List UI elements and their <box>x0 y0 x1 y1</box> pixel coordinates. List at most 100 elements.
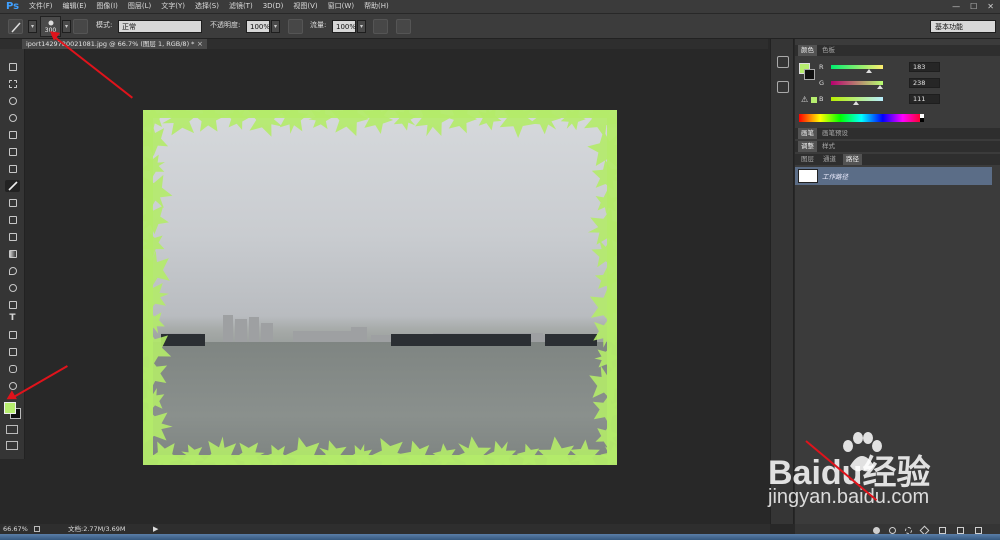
pressure-opacity-icon[interactable] <box>288 19 303 34</box>
menu-select[interactable]: 选择(S) <box>190 0 224 13</box>
options-bar: ▾ ▾ 模式: 正常 不透明度: 100% ▾ 流量: 100% ▾ <box>0 14 1000 39</box>
photoshop-logo: Ps <box>6 1 20 12</box>
menu-3d[interactable]: 3D(D) <box>258 0 289 13</box>
menu-window[interactable]: 窗口(W) <box>323 0 359 13</box>
history-brush-tool[interactable] <box>5 214 20 226</box>
workspace-select[interactable]: 基本功能 <box>930 20 996 33</box>
load-selection-icon[interactable] <box>905 527 912 534</box>
add-mask-icon[interactable] <box>939 527 946 534</box>
clone-stamp-tool[interactable] <box>5 197 20 209</box>
brush-picker-dropdown[interactable]: ▾ <box>62 20 71 33</box>
quick-selection-tool[interactable] <box>5 112 20 124</box>
pen-tool[interactable] <box>5 299 20 311</box>
leaf-shape <box>143 123 169 157</box>
color-panel-bg-swatch[interactable] <box>804 69 815 80</box>
crop-tool[interactable] <box>5 129 20 141</box>
red-slider[interactable] <box>831 65 883 69</box>
opacity-dropdown[interactable]: ▾ <box>271 20 280 33</box>
menu-image[interactable]: 图像(I) <box>91 0 123 13</box>
menu-help[interactable]: 帮助(H) <box>359 0 394 13</box>
menu-filter[interactable]: 滤镜(T) <box>224 0 258 13</box>
zoom-tool[interactable] <box>5 380 20 392</box>
blur-tool[interactable] <box>5 265 20 277</box>
fill-path-icon[interactable] <box>873 527 880 534</box>
marquee-tool[interactable] <box>5 78 20 90</box>
document-canvas[interactable] <box>143 110 617 465</box>
close-tab-icon[interactable]: × <box>197 39 203 49</box>
properties-panel-icon[interactable] <box>777 81 789 93</box>
leaf-shape <box>143 165 180 219</box>
gradient-tool[interactable] <box>5 248 20 260</box>
tab-adjustments[interactable]: 调整 <box>798 141 817 152</box>
mode-select[interactable]: 正常 <box>118 20 202 33</box>
red-label: R <box>819 63 824 71</box>
foreground-color-swatch[interactable] <box>4 402 16 414</box>
move-tool[interactable] <box>5 61 20 73</box>
hand-tool[interactable] <box>5 363 20 375</box>
blue-value-input[interactable]: 111 <box>909 94 940 104</box>
warning-icon: ⚠ <box>801 95 809 104</box>
tool-preset-dropdown[interactable]: ▾ <box>28 20 37 33</box>
tab-layers[interactable]: 图层 <box>798 154 817 165</box>
pressure-size-icon[interactable] <box>396 19 411 34</box>
minimize-icon[interactable]: — <box>952 2 960 11</box>
blue-slider-thumb[interactable] <box>853 101 859 105</box>
new-path-icon[interactable] <box>957 527 964 534</box>
menu-view[interactable]: 视图(V) <box>288 0 322 13</box>
eyedropper-tool[interactable] <box>5 146 20 158</box>
history-panel-icon[interactable] <box>777 56 789 68</box>
shape-tool[interactable] <box>5 346 20 358</box>
type-tool[interactable]: T <box>5 312 20 324</box>
status-icon[interactable] <box>34 526 40 532</box>
brush-tool[interactable] <box>5 180 20 192</box>
menu-layer[interactable]: 图层(L) <box>123 0 156 13</box>
close-icon[interactable]: ✕ <box>987 2 994 11</box>
path-selection-tool[interactable] <box>5 329 20 341</box>
blue-slider-row: B 111 <box>819 94 979 105</box>
zoom-level[interactable]: 66.67% <box>3 524 28 534</box>
tab-swatches[interactable]: 色板 <box>819 45 838 56</box>
maximize-icon[interactable]: ☐ <box>970 2 977 11</box>
leaf-shape <box>157 110 205 141</box>
leaf-shape <box>324 110 374 143</box>
path-list-item[interactable]: 工作路径 <box>795 167 992 185</box>
leaf-shape <box>187 110 231 140</box>
red-value-input[interactable]: 183 <box>909 62 940 72</box>
black-white-swatch[interactable] <box>920 114 924 122</box>
screen-mode-icon[interactable] <box>6 441 18 450</box>
baidu-watermark: Baidu经验 jingyan.baidu.com <box>768 432 1000 522</box>
tab-paths[interactable]: 路径 <box>843 154 862 165</box>
brush-tool-preset-icon[interactable] <box>8 19 23 34</box>
lasso-tool[interactable] <box>5 95 20 107</box>
tab-color[interactable]: 颜色 <box>798 45 817 56</box>
opacity-input[interactable]: 100% <box>246 20 270 33</box>
tab-channels[interactable]: 通道 <box>820 154 839 165</box>
adjustments-panel-tabs: 调整 样式 <box>795 141 1000 152</box>
menu-edit[interactable]: 编辑(E) <box>58 0 92 13</box>
eraser-tool[interactable] <box>5 231 20 243</box>
red-slider-thumb[interactable] <box>866 69 872 73</box>
brush-panel-toggle-icon[interactable] <box>73 19 88 34</box>
green-slider-thumb[interactable] <box>877 85 883 89</box>
document-tab[interactable]: iport1429780021081.jpg @ 66.7% (图层 1, RG… <box>22 39 207 49</box>
trash-icon[interactable] <box>975 527 982 534</box>
tab-styles[interactable]: 样式 <box>819 141 838 152</box>
tab-brush-presets[interactable]: 画笔预设 <box>819 128 851 139</box>
quick-mask-icon[interactable] <box>6 425 18 434</box>
green-slider[interactable] <box>831 81 883 85</box>
healing-brush-tool[interactable] <box>5 163 20 175</box>
tab-brush[interactable]: 画笔 <box>798 128 817 139</box>
flow-input[interactable]: 100% <box>332 20 356 33</box>
dodge-tool[interactable] <box>5 282 20 294</box>
menu-file[interactable]: 文件(F) <box>24 0 58 13</box>
stroke-path-icon[interactable] <box>889 527 896 534</box>
gamut-swatch <box>811 97 817 103</box>
flow-dropdown[interactable]: ▾ <box>357 20 366 33</box>
airbrush-icon[interactable] <box>373 19 388 34</box>
water <box>143 342 617 465</box>
menu-type[interactable]: 文字(Y) <box>156 0 190 13</box>
color-spectrum[interactable] <box>799 114 924 122</box>
status-menu-arrow-icon[interactable]: ▶ <box>153 524 158 534</box>
green-value-input[interactable]: 238 <box>909 78 940 88</box>
blue-label: B <box>819 95 824 103</box>
